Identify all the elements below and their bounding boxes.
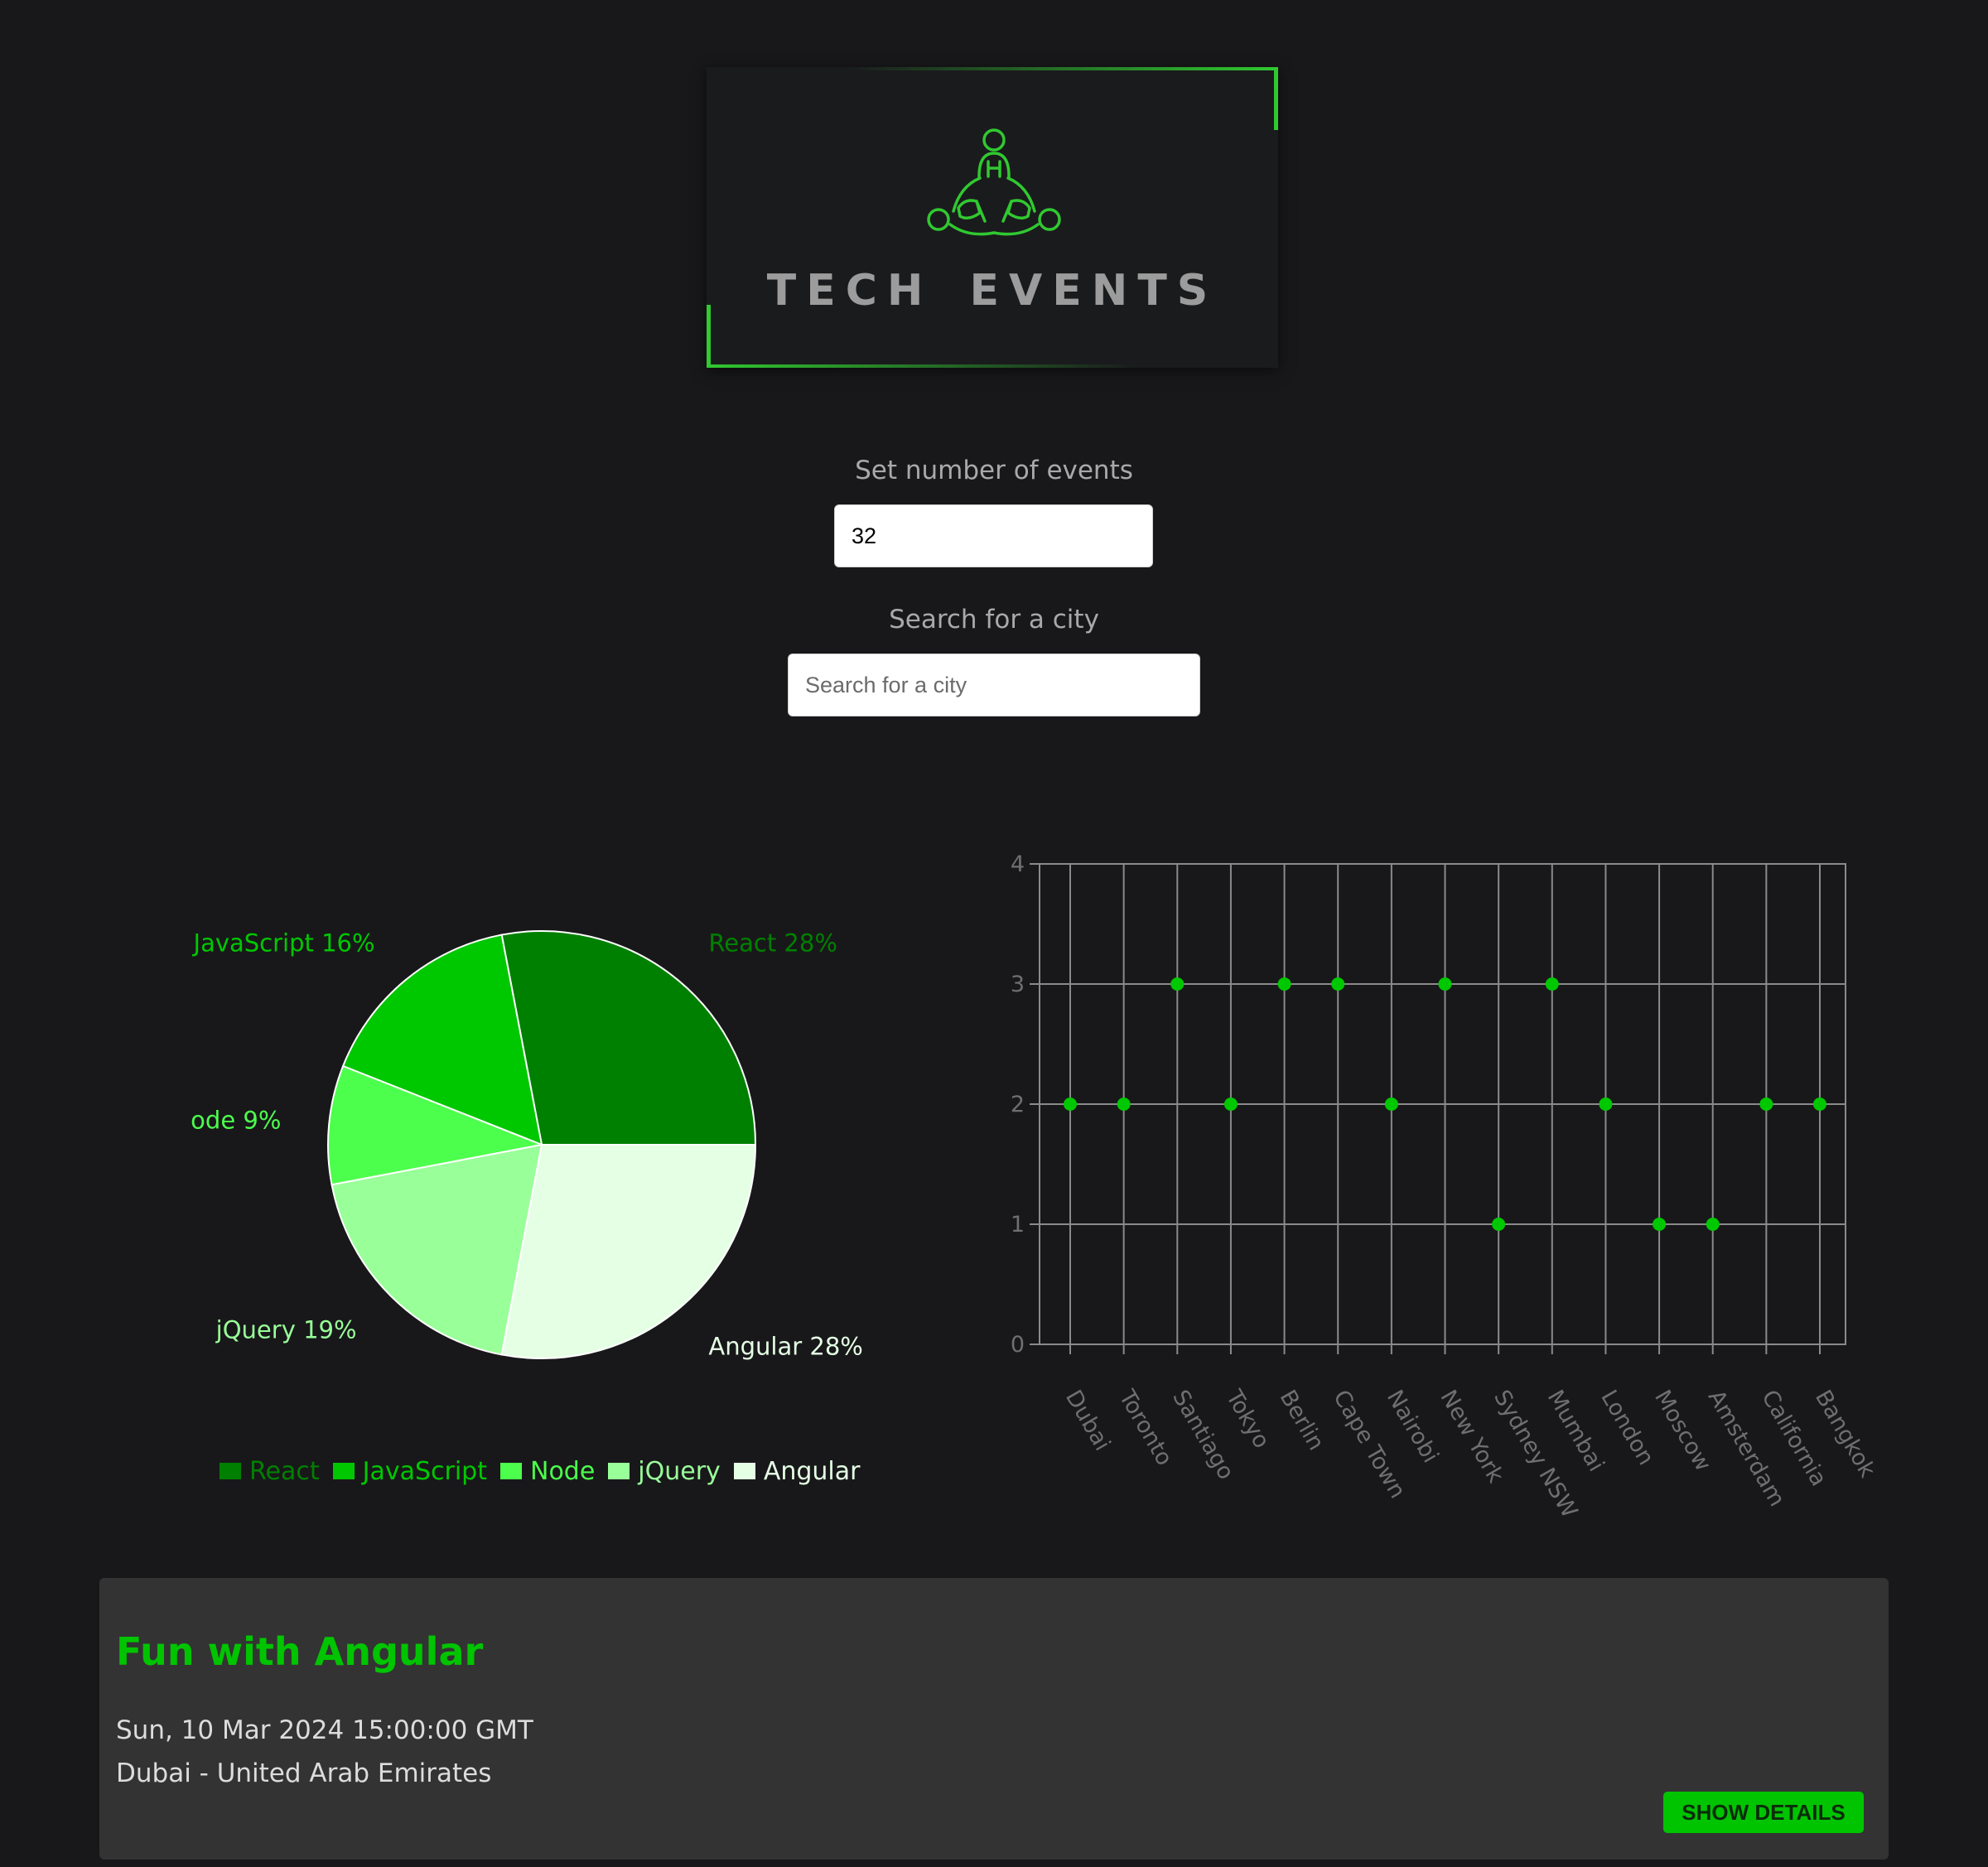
legend-item-react[interactable]: React <box>220 1457 320 1486</box>
legend-swatch <box>608 1463 630 1479</box>
y-tick-label: 4 <box>1011 851 1025 877</box>
pie-slice-react[interactable] <box>500 930 757 1146</box>
scatter-point[interactable] <box>1813 1098 1826 1111</box>
scatter-point[interactable] <box>1599 1098 1613 1111</box>
x-tick-label: Dubai <box>1060 1386 1115 1455</box>
logo-card: TECH EVENTS <box>707 67 1278 368</box>
legend-swatch <box>332 1463 355 1479</box>
legend-swatch <box>733 1463 755 1479</box>
pie-slice-angular[interactable] <box>500 1144 757 1359</box>
y-tick-label: 3 <box>1011 972 1025 997</box>
y-tick-label: 1 <box>1011 1212 1025 1237</box>
scatter-point[interactable] <box>1706 1218 1720 1231</box>
scatter-point[interactable] <box>1331 977 1345 991</box>
app-title: TECH EVENTS <box>766 266 1218 316</box>
logo-border-bottom <box>707 364 1137 368</box>
technology-pie-chart: React 28% JavaScript 16% Node 9% jQuery 19%… <box>191 929 863 1361</box>
scatter-point[interactable] <box>1170 977 1185 991</box>
pie-label-node: Node 9% <box>191 1106 281 1134</box>
pie-label-angular: Angular 28% <box>708 1332 862 1360</box>
scatter-point[interactable] <box>1223 1098 1238 1111</box>
scatter-point[interactable] <box>1277 977 1291 991</box>
scatter-point[interactable] <box>1438 977 1452 991</box>
legend-item-jquery[interactable]: jQuery <box>608 1457 721 1486</box>
city-search-input[interactable] <box>788 654 1200 716</box>
page: TECH EVENTS Set number of events Search … <box>0 0 1988 1867</box>
x-tick-label: Tokyo <box>1220 1385 1274 1453</box>
legend-label: JavaScript <box>362 1456 487 1486</box>
scatter-point[interactable] <box>1384 1098 1398 1111</box>
scatter-point[interactable] <box>1064 1098 1077 1111</box>
events-per-city-scatter-chart: 01234DubaiTorontoSantiagoTokyo BerlinCape… <box>1011 851 1880 1516</box>
legend-label: jQuery <box>638 1456 721 1486</box>
scatter-point[interactable] <box>1117 1098 1131 1111</box>
logo-border-top <box>847 67 1278 70</box>
legend-label: React <box>249 1456 320 1486</box>
number-of-events-input[interactable] <box>834 504 1153 567</box>
logo-border-right <box>1274 67 1278 130</box>
scatter-point[interactable] <box>1653 1218 1667 1231</box>
x-tick-label: Berlin <box>1275 1386 1329 1455</box>
show-details-button[interactable]: SHOW DETAILS <box>1663 1792 1864 1833</box>
number-of-events-label: Set number of events <box>855 456 1133 485</box>
pie-label-javascript: JavaScript 16% <box>192 929 375 958</box>
scatter-point[interactable] <box>1492 1218 1506 1231</box>
pie-label-jquery: jQuery 19% <box>215 1315 357 1344</box>
legend-swatch <box>500 1463 522 1479</box>
legend-item-javascript[interactable]: JavaScript <box>332 1456 487 1486</box>
legend-label: Angular <box>763 1456 861 1486</box>
pie-legend: React JavaScript Node jQuery Angular <box>220 1453 873 1489</box>
people-circle-logo-icon <box>927 128 1061 236</box>
y-tick-label: 2 <box>1011 1092 1025 1117</box>
event-location: Dubai - United Arab Emirates <box>116 1758 492 1788</box>
event-card: Fun with Angular Sun, 10 Mar 2024 15:00:… <box>99 1578 1889 1860</box>
legend-item-node[interactable]: Node <box>500 1457 595 1486</box>
pie-label-react: React 28% <box>708 929 837 958</box>
y-tick-label: 0 <box>1011 1332 1025 1358</box>
scatter-point[interactable] <box>1759 1098 1773 1111</box>
scatter-point[interactable] <box>1545 977 1559 991</box>
city-search-label: Search for a city <box>889 605 1099 634</box>
event-date: Sun, 10 Mar 2024 15:00:00 GMT <box>116 1715 533 1745</box>
legend-item-angular[interactable]: Angular <box>733 1456 861 1486</box>
legend-swatch <box>220 1463 241 1479</box>
event-title: Fun with Angular <box>116 1629 484 1674</box>
legend-label: Node <box>530 1456 596 1486</box>
